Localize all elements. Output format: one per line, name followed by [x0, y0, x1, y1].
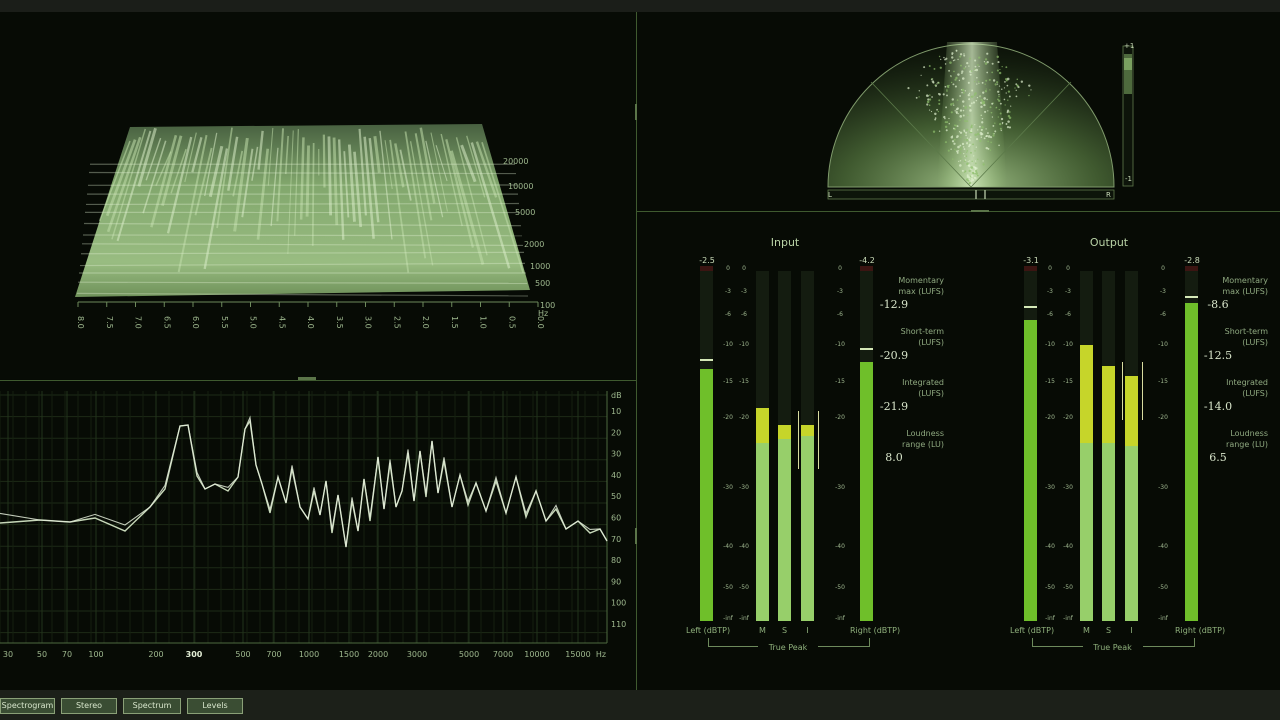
spectrum-db-label: 60	[611, 514, 621, 523]
correlation-bottom-label: -1	[1125, 175, 1132, 183]
spectrogram-time-label: 2.0	[421, 316, 430, 329]
spectrum-freq-axis: 30 50 70 100 200 300 500 700 1000 1500 2000 3000 500…	[3, 650, 606, 659]
spectrum-freq-label: 200	[148, 650, 163, 659]
levels-panel	[637, 212, 1280, 690]
spectrum-graph[interactable]: dB102030405060708090100110 30 50 70 100 200 3…	[0, 381, 636, 690]
spectrogram-time-label: 4.5	[277, 316, 286, 329]
correlation-top-label: +1	[1124, 42, 1135, 50]
tab-spectrum[interactable]: Spectrum	[123, 698, 181, 714]
spectrogram-time-label: 1.5	[450, 316, 459, 329]
spectrum-freq-label: 2000	[368, 650, 388, 659]
spectrum-hz-label: Hz	[596, 650, 606, 659]
spectrogram-time-label: 5.0	[249, 316, 258, 329]
spectrogram-time-label: 5.5	[220, 316, 229, 329]
spectrogram-freq-label: 5000	[515, 208, 535, 217]
spectrum-db-label: 100	[611, 599, 626, 608]
spectrogram-time-label: 7.5	[105, 316, 114, 329]
spectrum-db-label: 80	[611, 556, 621, 565]
spectrogram-freq-label: 500	[535, 279, 550, 288]
spectrum-freq-label: 5000	[459, 650, 479, 659]
spectrum-db-label: 50	[611, 492, 621, 501]
spectrogram-panel: 8.0 7.5 7.0 6.5 6.0 5.5 5.0 4.5 4.0 3.5 3.0 2.5 2.0 1…	[0, 12, 636, 379]
spectrogram-3d-view[interactable]: 8.0 7.5 7.0 6.5 6.0 5.5 5.0 4.5 4.0 3.5 3.0 2.5 2.0 1…	[0, 12, 636, 379]
spectrum-db-label: 10	[611, 407, 621, 416]
spectrum-db-label: 70	[611, 535, 621, 544]
spectrum-freq-label: 15000	[565, 650, 590, 659]
spectrogram-time-label: 3.5	[335, 316, 344, 329]
spectrogram-freq-label: 2000	[524, 240, 544, 249]
spectrogram-time-label: 2.5	[392, 316, 401, 329]
spectrum-freq-label: 700	[266, 650, 281, 659]
spectrum-freq-label: 100	[88, 650, 103, 659]
tab-spectrogram[interactable]: Spectrogram	[0, 698, 55, 714]
spectrogram-time-label: 3.0	[364, 316, 373, 329]
tab-levels[interactable]: Levels	[187, 698, 243, 714]
spectrum-db-axis: dB 10 20 30 40 50 60 70 80 90 100 110	[611, 391, 626, 629]
spectrogram-time-label: 7.0	[134, 316, 143, 329]
spectrum-db-label: 110	[611, 620, 626, 629]
spectrogram-time-label: 1.0	[479, 316, 488, 329]
spectrum-freq-label: 3000	[407, 650, 427, 659]
spectrogram-time-label: 6.5	[162, 316, 171, 329]
spectrogram-freq-label: 10000	[508, 182, 533, 191]
spectrogram-freq-label: 20000	[503, 157, 528, 166]
spectrum-freq-label: 50	[37, 650, 47, 659]
spectrogram-time-label: 8.0	[76, 316, 85, 329]
spectrum-freq-label: 30	[3, 650, 13, 659]
spectrum-db-label: 30	[611, 450, 621, 459]
spectrum-freq-label: 7000	[493, 650, 513, 659]
spectrogram-time-label: 4.0	[306, 316, 315, 329]
spectrum-db-label: 20	[611, 428, 621, 437]
title-bar	[0, 0, 1280, 12]
spectrum-db-label: 90	[611, 577, 621, 586]
spectrum-freq-label: 1000	[299, 650, 319, 659]
spectrum-panel: dB 10 20 30 40 50 60 70 80 90 100 110 30 50 70 100 200 3…	[0, 381, 636, 690]
spectrum-freq-label: 10000	[524, 650, 549, 659]
spectrum-freq-label: 1500	[339, 650, 359, 659]
balance-bar	[827, 189, 1115, 200]
spectrogram-time-label: 6.0	[191, 316, 200, 329]
stereo-right-label: R	[1106, 191, 1111, 199]
stereo-panel: L R +1 -1	[637, 12, 1280, 211]
spectrum-db-label: 40	[611, 471, 621, 480]
spectrogram-time-axis: 8.0 7.5 7.0 6.5 6.0 5.5 5.0 4.5 4.0 3.5 3.0 2.5 2.0 1…	[76, 302, 545, 329]
spectrogram-hz-label: Hz	[538, 309, 548, 318]
stereo-left-label: L	[828, 191, 832, 199]
spectrum-grid	[0, 391, 608, 644]
spectrum-freq-label: 70	[62, 650, 72, 659]
spectrogram-freq-label: 1000	[530, 262, 550, 271]
spectrogram-time-label: 0.5	[507, 316, 516, 329]
spectrum-freq-label: 500	[235, 650, 250, 659]
spectrum-db-unit: dB	[611, 391, 622, 400]
spectrum-freq-label: 300	[186, 650, 203, 659]
tab-stereo[interactable]: Stereo	[61, 698, 117, 714]
stereo-vectorscope[interactable]	[637, 12, 1280, 211]
